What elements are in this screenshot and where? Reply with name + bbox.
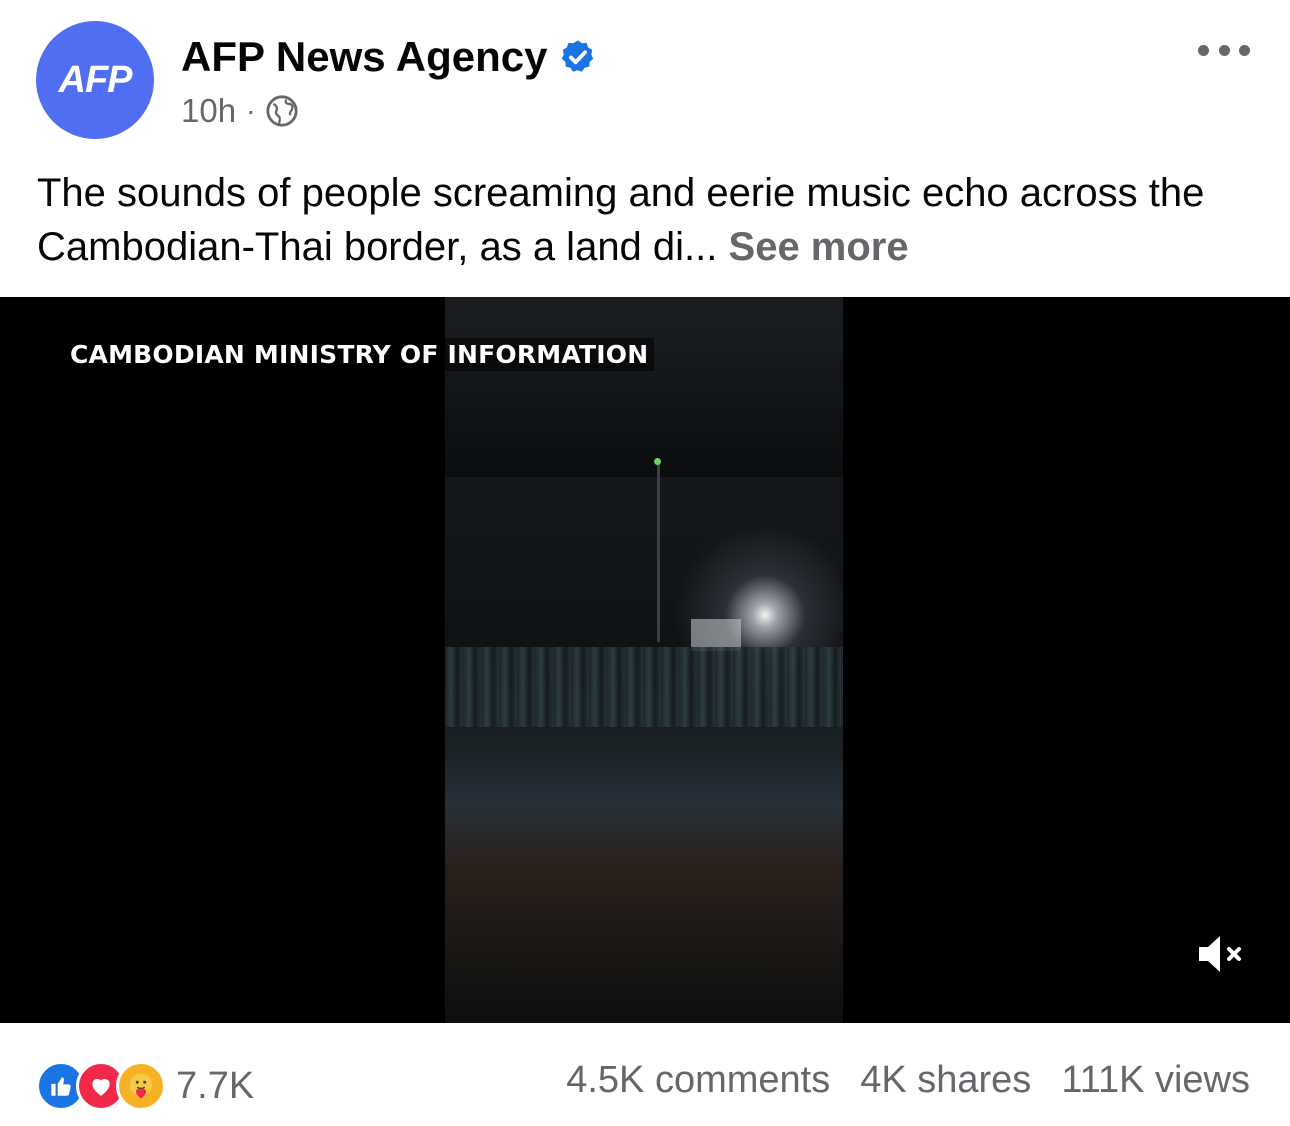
shares-count[interactable]: 4K shares xyxy=(860,1059,1031,1102)
video-player[interactable]: CAMBODIAN MINISTRY OF INFORMATION xyxy=(0,297,1290,1023)
care-icon xyxy=(116,1061,166,1111)
video-scene-pole xyxy=(657,462,660,642)
page-name[interactable]: AFP News Agency xyxy=(181,33,597,81)
speaker-muted-icon[interactable] xyxy=(1195,932,1247,976)
post-caption: The sounds of people screaming and eerie… xyxy=(37,166,1257,274)
video-frame xyxy=(445,297,843,1023)
avatar-logo-text: AFP xyxy=(58,58,133,101)
verified-badge-icon xyxy=(559,38,597,76)
video-scene-light xyxy=(654,458,661,465)
meta-separator: · xyxy=(246,95,256,126)
reaction-summary[interactable]: 7.7K xyxy=(36,1061,254,1111)
post-header: AFP AFP News Agency 10h · xyxy=(0,0,1290,150)
more-dot xyxy=(1239,44,1250,56)
post-meta: 10h · xyxy=(181,92,299,130)
reaction-count[interactable]: 7.7K xyxy=(176,1065,254,1108)
views-count: 111K views xyxy=(1061,1059,1250,1101)
more-dot xyxy=(1218,44,1230,56)
more-dot xyxy=(1198,44,1209,56)
avatar[interactable]: AFP xyxy=(36,21,154,139)
globe-icon xyxy=(265,94,299,128)
page-name-label[interactable]: AFP News Agency xyxy=(181,33,547,81)
more-options-icon[interactable] xyxy=(1198,38,1250,62)
post-time[interactable]: 10h xyxy=(181,92,236,130)
caption-text: The sounds of people screaming and eerie… xyxy=(37,171,1205,269)
video-watermark: CAMBODIAN MINISTRY OF INFORMATION xyxy=(64,338,655,371)
comments-count[interactable]: 4.5K comments xyxy=(566,1059,830,1102)
engagement-stats: 4.5K comments 4K shares 111K views xyxy=(536,1059,1250,1102)
post-footer: 7.7K 4.5K comments 4K shares 111K views xyxy=(0,1023,1290,1126)
see-more-link[interactable]: See more xyxy=(729,225,909,269)
video-scene-crowd xyxy=(445,647,843,727)
